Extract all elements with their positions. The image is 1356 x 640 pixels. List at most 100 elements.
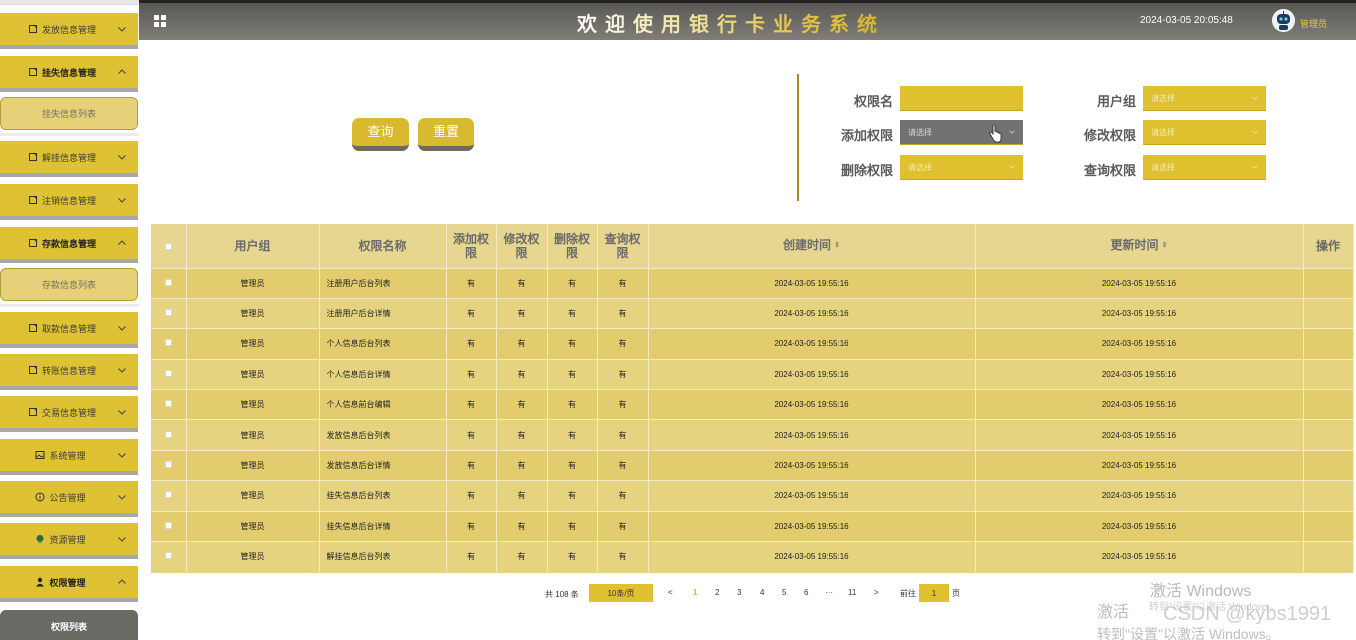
table-row[interactable]: 管理员 个人信息前台编辑有有有有 2024-03-05 19:55:16 2024-0… <box>151 389 1354 420</box>
row-checkbox[interactable] <box>164 461 172 469</box>
page-number-button[interactable]: 3 <box>737 588 741 597</box>
reset-button[interactable]: 重置 <box>418 118 474 151</box>
row-select-cell[interactable] <box>151 419 187 451</box>
row-checkbox[interactable] <box>164 400 172 408</box>
grid-menu-icon[interactable] <box>154 15 167 28</box>
col-created-time[interactable]: 创建时间 ⇕ <box>648 224 976 268</box>
row-select-cell[interactable] <box>151 510 187 542</box>
perm-name-input[interactable] <box>900 86 1023 111</box>
table-row[interactable]: 管理员 注册用户后台详情有有有有 2024-03-05 19:55:16 2024-0… <box>151 297 1354 329</box>
table-row[interactable]: 管理员 挂失信息后台列表有有有有 2024-03-05 19:55:16 2024-0… <box>151 480 1354 512</box>
sidebar-menu-1[interactable]: 挂失信息管理 <box>0 56 138 92</box>
cell-updated-time: 2024-03-05 19:55:16 <box>975 389 1304 420</box>
cell-user-group: 管理员 <box>186 267 320 299</box>
query-button[interactable]: 查询 <box>352 118 409 151</box>
col-updated-time[interactable]: 更新时间 ⇕ <box>975 224 1304 268</box>
sidebar-menu-7[interactable]: 交易信息管理 <box>0 396 138 432</box>
next-page-button[interactable]: > <box>874 588 879 597</box>
page-number-button[interactable]: 1 <box>693 588 697 597</box>
table-row[interactable]: 管理员 挂失信息后台详情有有有有 2024-03-05 19:55:16 2024-0… <box>151 510 1354 542</box>
sidebar-submenu-item[interactable]: 权限列表 <box>0 610 138 640</box>
page-number-button[interactable]: 6 <box>804 588 808 597</box>
row-checkbox[interactable] <box>164 521 172 529</box>
col-operations: 操作 <box>1303 224 1354 268</box>
sidebar-menu-4[interactable]: 存款信息管理 <box>0 227 138 263</box>
sidebar-menu-9[interactable]: 公告管理 <box>0 481 138 517</box>
row-select-cell[interactable] <box>151 480 187 512</box>
sidebar-submenu-item[interactable]: 存款信息列表 <box>0 268 138 301</box>
row-checkbox[interactable] <box>164 278 172 286</box>
cell-created-time: 2024-03-05 19:55:16 <box>648 510 976 542</box>
row-select-cell[interactable] <box>151 358 187 390</box>
row-checkbox[interactable] <box>164 552 172 560</box>
page-number-button[interactable]: 2 <box>715 588 719 597</box>
delete-perm-select[interactable]: 请选择 <box>900 155 1023 180</box>
cell-created-time: 2024-03-05 19:55:16 <box>648 541 976 572</box>
doc-icon <box>27 152 38 163</box>
sidebar-submenu-item[interactable]: 挂失信息列表 <box>0 97 138 130</box>
sidebar-menu-6[interactable]: 转账信息管理 <box>0 354 138 390</box>
row-checkbox[interactable] <box>164 369 172 377</box>
sidebar-menu-8[interactable]: 系统管理 <box>0 439 138 475</box>
permission-table: 用户组 权限名称 添加权限 修改权限 删除权限 查询权限 创建时间 ⇕ 更新时间 ⇕… <box>151 224 1354 573</box>
row-select-cell[interactable] <box>151 449 187 481</box>
col-user-group: 用户组 <box>186 224 320 268</box>
sidebar-menu-10[interactable]: 资源管理 <box>0 523 138 559</box>
goto-page-input[interactable]: 1 <box>919 584 949 602</box>
cell-created-time: 2024-03-05 19:55:16 <box>648 419 976 451</box>
user-group-select[interactable]: 请选择 <box>1143 86 1266 111</box>
chevron-up-icon <box>118 579 126 584</box>
sidebar-menu-0[interactable]: 发放信息管理 <box>0 13 138 49</box>
user-name[interactable]: 管理员 <box>1300 17 1327 30</box>
cell-delete-perm: 有 <box>547 449 598 481</box>
table-row[interactable]: 管理员 个人信息后台详情有有有有 2024-03-05 19:55:16 2024-0… <box>151 358 1354 390</box>
page-number-button[interactable]: 11 <box>848 588 856 597</box>
sidebar-menu-3[interactable]: 注销信息管理 <box>0 184 138 220</box>
select-all-cell[interactable] <box>151 224 187 268</box>
cell-delete-perm: 有 <box>547 419 598 451</box>
cell-user-group: 管理员 <box>186 358 320 390</box>
select-all-checkbox[interactable] <box>164 242 172 250</box>
perm-name-label: 权限名 <box>853 94 893 109</box>
sort-icon[interactable]: ⇕ <box>1162 239 1168 253</box>
page-number-button[interactable]: 4 <box>760 588 764 597</box>
sidebar-menu-2[interactable]: 解挂信息管理 <box>0 141 138 177</box>
cell-query-perm: 有 <box>597 389 649 420</box>
cell-operations <box>1303 389 1354 420</box>
row-select-cell[interactable] <box>151 328 187 360</box>
cell-perm-name: 个人信息后台列表 <box>319 328 447 360</box>
sidebar-menu-5[interactable]: 取款信息管理 <box>0 312 138 348</box>
row-checkbox[interactable] <box>164 339 172 347</box>
table-row[interactable]: 管理员 注册用户后台列表有有有有 2024-03-05 19:55:16 2024-0… <box>151 267 1354 299</box>
sidebar-menu-label: 挂失信息管理 <box>42 67 97 78</box>
sidebar-menu-label: 资源管理 <box>49 534 86 545</box>
sort-icon[interactable]: ⇕ <box>834 239 840 253</box>
row-select-cell[interactable] <box>151 541 187 572</box>
chevron-down-icon <box>118 368 126 373</box>
row-checkbox[interactable] <box>164 491 172 499</box>
table-row[interactable]: 管理员 发放信息后台详情有有有有 2024-03-05 19:55:16 2024-0… <box>151 449 1354 481</box>
row-checkbox[interactable] <box>164 309 172 317</box>
add-perm-select[interactable]: 请选择 <box>900 120 1023 145</box>
row-select-cell[interactable] <box>151 267 187 299</box>
prev-page-button[interactable]: < <box>668 588 673 597</box>
row-select-cell[interactable] <box>151 389 187 420</box>
table-row[interactable]: 管理员 发放信息后台列表有有有有 2024-03-05 19:55:16 2024-0… <box>151 419 1354 451</box>
query-perm-select[interactable]: 请选择 <box>1143 155 1266 180</box>
page-ellipsis[interactable]: ··· <box>825 588 833 597</box>
table-row[interactable]: 管理员 个人信息后台列表有有有有 2024-03-05 19:55:16 2024-0… <box>151 328 1354 360</box>
page-number-button[interactable]: 5 <box>782 588 786 597</box>
avatar[interactable] <box>1272 9 1295 32</box>
row-select-cell[interactable] <box>151 297 187 329</box>
page-size-select[interactable]: 10条/页 <box>589 584 653 602</box>
col-perm-name: 权限名称 <box>319 224 447 268</box>
cell-operations <box>1303 480 1354 512</box>
cell-operations <box>1303 419 1354 451</box>
cell-perm-name: 挂失信息后台列表 <box>319 480 447 512</box>
row-checkbox[interactable] <box>164 430 172 438</box>
table-row[interactable]: 管理员 解挂信息后台列表有有有有 2024-03-05 19:55:16 2024-0… <box>151 541 1354 572</box>
sidebar-menu-11[interactable]: 权限管理 <box>0 566 138 602</box>
cell-updated-time: 2024-03-05 19:55:16 <box>975 449 1304 481</box>
edit-perm-select[interactable]: 请选择 <box>1143 120 1266 145</box>
edit-perm-label: 修改权限 <box>1083 128 1136 143</box>
